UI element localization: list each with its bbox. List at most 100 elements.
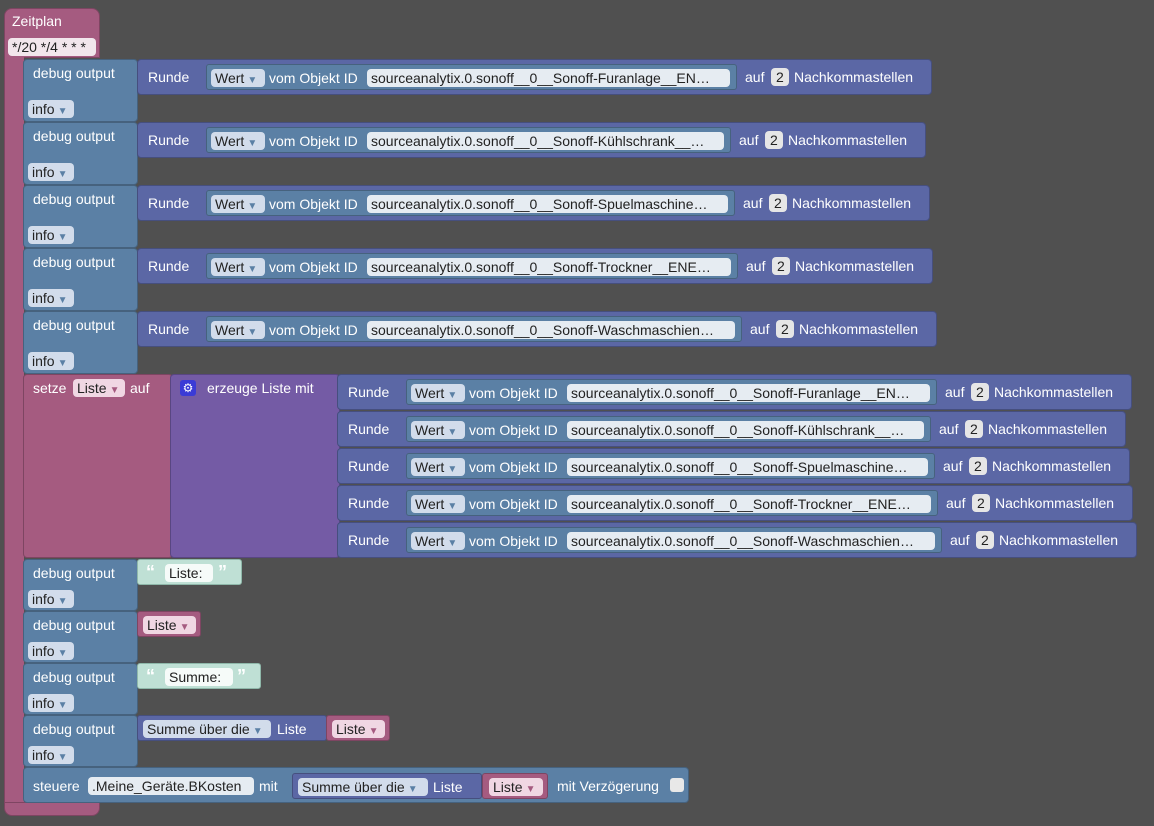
chevron-down-icon: ▼: [247, 264, 258, 275]
list_items-runde-block[interactable]: Runde Wert ▼ vom Objekt ID sourceanalytix.0.…: [337, 448, 1130, 484]
auf-label: auf: [945, 384, 965, 400]
objekt-wert-block[interactable]: Wert ▼ vom Objekt ID sourceanalytix.0.sonof…: [406, 379, 937, 405]
decimals-field[interactable]: 2: [965, 420, 983, 438]
verzoegerung-checkbox[interactable]: [670, 778, 684, 792]
runde-label: Runde: [148, 258, 190, 274]
log-level-dropdown[interactable]: info ▼: [28, 100, 74, 118]
log-level-dropdown[interactable]: info ▼: [28, 226, 74, 244]
debug_rounds-runde-block[interactable]: Runde Wert ▼ vom Objekt ID sourceanalytix.0.…: [137, 311, 937, 347]
log-level-dropdown[interactable]: info ▼: [28, 746, 74, 764]
decimals-field[interactable]: 2: [776, 320, 794, 338]
list_items-runde-block[interactable]: Runde Wert ▼ vom Objekt ID sourceanalytix.0.…: [337, 411, 1126, 447]
set-variable-dropdown[interactable]: Liste ▼: [73, 379, 125, 397]
cron-field[interactable]: */20 */4 * * *: [8, 38, 96, 56]
debug-output-summe[interactable]: debug output info ▼: [23, 715, 138, 767]
variable-dropdown[interactable]: Liste ▼: [489, 778, 543, 796]
variable-block-liste[interactable]: Liste ▼: [482, 773, 548, 799]
variable-block-liste[interactable]: Liste ▼: [137, 611, 201, 637]
objekt-wert-block[interactable]: Wert ▼ vom Objekt ID sourceanalytix.0.sonof…: [206, 127, 731, 153]
decimals-field[interactable]: 2: [771, 68, 789, 86]
wert-dropdown[interactable]: Wert ▼: [211, 321, 265, 339]
text-block-liste[interactable]: “ Liste: ”: [137, 559, 242, 585]
debug_rounds-runde-block[interactable]: Runde Wert ▼ vom Objekt ID sourceanalytix.0.…: [137, 248, 933, 284]
text-liste-field[interactable]: Liste:: [165, 564, 213, 582]
objekt-wert-block[interactable]: Wert ▼ vom Objekt ID sourceanalytix.0.sonof…: [406, 490, 938, 516]
wert-dropdown[interactable]: Wert ▼: [411, 458, 465, 476]
objekt-wert-block[interactable]: Wert ▼ vom Objekt ID sourceanalytix.0.sonof…: [206, 316, 742, 342]
objekt-wert-block[interactable]: Wert ▼ vom Objekt ID sourceanalytix.0.sonof…: [406, 453, 935, 479]
erzeuge-liste-block[interactable]: ⚙ erzeuge Liste mit: [170, 374, 340, 558]
decimals-field[interactable]: 2: [976, 531, 994, 549]
objekt-wert-block[interactable]: Wert ▼ vom Objekt ID sourceanalytix.0.sonof…: [206, 64, 737, 90]
objekt-wert-block[interactable]: Wert ▼ vom Objekt ID sourceanalytix.0.sonof…: [406, 527, 942, 553]
variable-dropdown[interactable]: Liste ▼: [332, 720, 385, 738]
object-id-field[interactable]: sourceanalytix.0.sonoff__0__Sonoff-Kühls…: [567, 421, 924, 439]
wert-dropdown[interactable]: Wert ▼: [211, 69, 265, 87]
object-id-field[interactable]: sourceanalytix.0.sonoff__0__Sonoff-Wasch…: [367, 321, 735, 339]
variable-name: Liste: [336, 721, 366, 737]
debug-output-text-liste[interactable]: debug output info ▼: [23, 559, 138, 611]
summe-dropdown[interactable]: Summe über die ▼: [143, 720, 271, 738]
wert-dropdown[interactable]: Wert ▼: [411, 532, 465, 550]
list_items-runde-block[interactable]: Runde Wert ▼ vom Objekt ID sourceanalytix.0.…: [337, 485, 1133, 521]
object-id-field[interactable]: sourceanalytix.0.sonoff__0__Sonoff-Spuel…: [567, 458, 928, 476]
debug-output-block[interactable]: debug output info ▼: [23, 311, 138, 374]
object-id-field[interactable]: sourceanalytix.0.sonoff__0__Sonoff-Trock…: [567, 495, 931, 513]
log-level-dropdown[interactable]: info ▼: [28, 642, 74, 660]
decimals-field[interactable]: 2: [971, 383, 989, 401]
debug_rounds-runde-block[interactable]: Runde Wert ▼ vom Objekt ID sourceanalytix.0.…: [137, 122, 926, 158]
decimals-field[interactable]: 2: [972, 494, 990, 512]
debug_rounds-runde-block[interactable]: Runde Wert ▼ vom Objekt ID sourceanalytix.0.…: [137, 59, 932, 95]
list_items-runde-block[interactable]: Runde Wert ▼ vom Objekt ID sourceanalytix.0.…: [337, 374, 1132, 410]
debug-output-label: debug output: [33, 669, 115, 685]
decimals-field[interactable]: 2: [765, 131, 783, 149]
log-level-dropdown[interactable]: info ▼: [28, 163, 74, 181]
zeitplan-block[interactable]: Zeitplan */20 */4 * * *: [4, 8, 100, 58]
object-id-field[interactable]: sourceanalytix.0.sonoff__0__Sonoff-Wasch…: [567, 532, 935, 550]
object-id-field[interactable]: sourceanalytix.0.sonoff__0__Sonoff-Furan…: [367, 69, 730, 87]
objekt-wert-block[interactable]: Wert ▼ vom Objekt ID sourceanalytix.0.sonof…: [206, 253, 738, 279]
log-level-dropdown[interactable]: info ▼: [28, 352, 74, 370]
wert-dropdown[interactable]: Wert ▼: [211, 195, 265, 213]
debug-output-variable[interactable]: debug output info ▼: [23, 611, 138, 663]
log-level-dropdown[interactable]: info ▼: [28, 590, 74, 608]
debug-output-block[interactable]: debug output info ▼: [23, 185, 138, 248]
wert-dropdown[interactable]: Wert ▼: [411, 421, 465, 439]
objekt-wert-block[interactable]: Wert ▼ vom Objekt ID sourceanalytix.0.sonof…: [206, 190, 735, 216]
text-summe-field[interactable]: Summe:: [165, 668, 233, 686]
wert-dropdown[interactable]: Wert ▼: [411, 495, 465, 513]
object-id-field[interactable]: sourceanalytix.0.sonoff__0__Sonoff-Furan…: [567, 384, 930, 402]
summe-block[interactable]: Summe über die ▼ Liste: [137, 715, 327, 741]
vom-objekt-id-label: vom Objekt ID: [269, 259, 358, 275]
debug-output-block[interactable]: debug output info ▼: [23, 248, 138, 311]
variable-dropdown[interactable]: Liste ▼: [143, 616, 196, 634]
list_items-runde-block[interactable]: Runde Wert ▼ vom Objekt ID sourceanalytix.0.…: [337, 522, 1137, 558]
decimals-field[interactable]: 2: [969, 457, 987, 475]
wert-value: Wert: [215, 196, 245, 212]
decimals-field[interactable]: 2: [769, 194, 787, 212]
wert-dropdown[interactable]: Wert ▼: [211, 132, 265, 150]
summe-dropdown[interactable]: Summe über die ▼: [298, 778, 428, 796]
debug_rounds-runde-block[interactable]: Runde Wert ▼ vom Objekt ID sourceanalytix.0.…: [137, 185, 930, 221]
steuere-target-field[interactable]: .Meine_Geräte.BKosten: [88, 777, 254, 795]
summe-block-steuere[interactable]: Summe über die ▼ Liste: [292, 773, 482, 799]
log-level-dropdown[interactable]: info ▼: [28, 289, 74, 307]
variable-block-liste[interactable]: Liste ▼: [326, 715, 390, 741]
text-block-summe[interactable]: “ Summe: ”: [137, 663, 261, 689]
decimals-field[interactable]: 2: [772, 257, 790, 275]
debug-output-block[interactable]: debug output info ▼: [23, 59, 138, 122]
debug-output-text-summe[interactable]: debug output info ▼: [23, 663, 138, 715]
object-id-field[interactable]: sourceanalytix.0.sonoff__0__Sonoff-Kühls…: [367, 132, 724, 150]
debug-output-block[interactable]: debug output info ▼: [23, 122, 138, 185]
gear-icon[interactable]: ⚙: [180, 380, 196, 396]
open-quote-icon: “: [146, 666, 155, 686]
vom-objekt-id-label: vom Objekt ID: [469, 459, 558, 475]
log-level-dropdown[interactable]: info ▼: [28, 694, 74, 712]
setze-block[interactable]: setze Liste ▼ auf: [23, 374, 173, 558]
object-id-field[interactable]: sourceanalytix.0.sonoff__0__Sonoff-Spuel…: [367, 195, 728, 213]
object-id-field[interactable]: sourceanalytix.0.sonoff__0__Sonoff-Trock…: [367, 258, 731, 276]
objekt-wert-block[interactable]: Wert ▼ vom Objekt ID sourceanalytix.0.sonof…: [406, 416, 931, 442]
chevron-down-icon: ▼: [57, 648, 68, 659]
wert-dropdown[interactable]: Wert ▼: [211, 258, 265, 276]
wert-dropdown[interactable]: Wert ▼: [411, 384, 465, 402]
